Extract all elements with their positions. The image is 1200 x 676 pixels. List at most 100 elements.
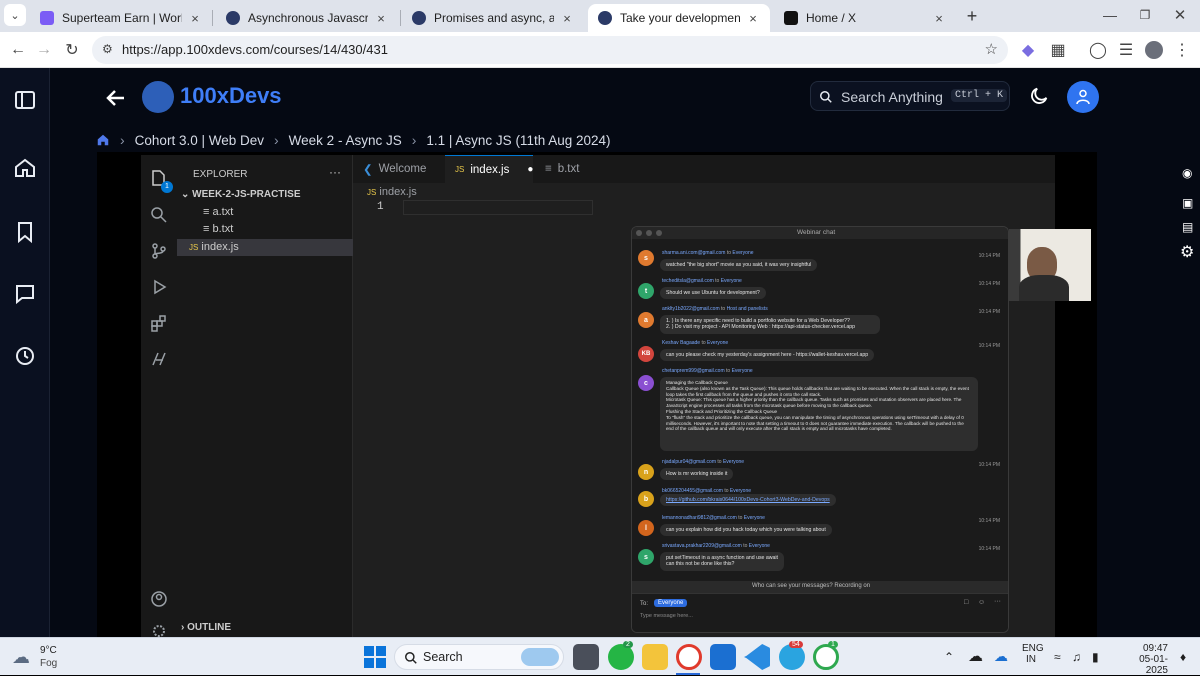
avatar: b: [638, 491, 654, 507]
editor-tab-welcome: ❮ Welcome: [363, 163, 427, 176]
message-text: Should we use Ubuntu for development?: [660, 287, 766, 300]
profile-avatar[interactable]: [1142, 38, 1166, 62]
explorer-title: EXPLORER: [193, 169, 248, 180]
user-avatar[interactable]: [1067, 81, 1099, 113]
chrome-badge: 1: [828, 641, 838, 648]
wifi-icon[interactable]: ≈: [1054, 650, 1061, 664]
tab-promises[interactable]: Promises and async, await ×: [402, 4, 584, 32]
chevron-up-icon[interactable]: ⌃: [944, 650, 954, 664]
message-icon[interactable]: [13, 282, 37, 306]
tab-search-chevron-icon[interactable]: ⌄: [4, 4, 26, 26]
bookmark-star-icon[interactable]: ☆: [985, 40, 998, 58]
message-text: watched "the big short" movie as you sai…: [660, 259, 818, 272]
video-player[interactable]: 1 EXPLORER ··· ⌄ WEEK-2-JS-PRACTISE ≡ a.…: [97, 152, 1097, 637]
close-tab-icon[interactable]: ×: [746, 11, 760, 26]
avatar: a: [638, 312, 654, 328]
new-tab-plus-icon[interactable]: +: [960, 4, 984, 28]
bookmark-icon[interactable]: [13, 220, 37, 244]
language-indicator[interactable]: ENG IN: [1022, 643, 1044, 665]
sender: sharma.ani.com@gmail.com to Everyone: [662, 250, 754, 256]
tab-x-home[interactable]: Home / X ×: [774, 4, 956, 32]
breadcrumb-week[interactable]: Week 2 - Async JS: [289, 133, 402, 148]
file-explorer-icon[interactable]: [642, 644, 668, 670]
windows-start-icon[interactable]: [364, 646, 386, 668]
video-icon[interactable]: ▣: [1182, 196, 1193, 210]
whatsapp-badge: 2: [623, 641, 633, 648]
notification-bell-icon[interactable]: ♦: [1180, 650, 1186, 664]
settings-gear-icon[interactable]: ⚙: [1180, 242, 1194, 262]
window-close-icon[interactable]: ✕: [1168, 3, 1192, 27]
breadcrumb-lesson[interactable]: 1.1 | Async JS (11th Aug 2024): [426, 133, 610, 148]
sidebar-toggle-icon[interactable]: [13, 88, 37, 112]
app-root: 100xDevs Search Anything Ctrl + K › Coho…: [0, 68, 1200, 637]
chrome-icon[interactable]: [676, 644, 702, 670]
tab-async-js[interactable]: Asynchronous Javascript, Callba ×: [216, 4, 398, 32]
back-arrow-icon[interactable]: [104, 86, 128, 110]
telegram-icon[interactable]: 54: [779, 641, 805, 670]
extensions-puzzle-icon[interactable]: ▦: [1046, 38, 1070, 62]
telegram-badge: 54: [789, 641, 803, 648]
sender: srivastava.prakhar2209@gmail.com to Ever…: [662, 543, 770, 549]
whatsapp-icon[interactable]: 2: [608, 641, 634, 670]
outline-section: › OUTLINE: [181, 622, 231, 633]
chevron-right-icon: ›: [120, 132, 125, 148]
timestamp: 10:14 PM: [978, 546, 1000, 552]
url-text[interactable]: https://app.100xdevs.com/courses/14/430/…: [122, 42, 388, 57]
clock[interactable]: 09:47 05-01-2025: [1118, 643, 1168, 676]
timestamp: 10:14 PM: [978, 253, 1000, 259]
browser-menu-icon[interactable]: ⋮: [1170, 38, 1194, 62]
window-icon[interactable]: ▤: [1182, 220, 1193, 234]
avatar: l: [638, 520, 654, 536]
onedrive-cloud-icon[interactable]: ☁: [968, 647, 983, 665]
close-tab-icon[interactable]: ×: [560, 11, 574, 26]
back-arrow-icon[interactable]: ←: [6, 38, 30, 62]
avatar: n: [638, 464, 654, 480]
avatar: c: [638, 375, 654, 391]
task-view-icon[interactable]: [573, 644, 599, 670]
reload-icon[interactable]: ↻: [60, 38, 84, 62]
minimize-icon[interactable]: —: [1098, 3, 1122, 27]
search-box[interactable]: Search Anything Ctrl + K: [810, 81, 1010, 111]
outlook-icon[interactable]: [710, 644, 736, 670]
close-tab-icon[interactable]: ×: [932, 11, 946, 26]
100xdevs-favicon-icon: [226, 11, 240, 25]
performance-icon[interactable]: ◯: [1086, 38, 1110, 62]
breadcrumb: › Cohort 3.0 | Web Dev › Week 2 - Async …: [96, 130, 611, 150]
message-text: can you please check my yesterday's assi…: [660, 349, 875, 362]
brand-name[interactable]: 100xDevs: [180, 83, 282, 109]
tab-superteam[interactable]: Superteam Earn | Work to Earn ×: [30, 4, 212, 32]
history-icon[interactable]: [13, 344, 37, 368]
close-tab-icon[interactable]: ×: [188, 11, 202, 26]
forward-arrow-icon[interactable]: →: [32, 38, 56, 62]
home-icon[interactable]: [96, 133, 110, 147]
battery-icon[interactable]: ▮: [1092, 650, 1099, 664]
avatar: s: [638, 250, 654, 266]
home-icon[interactable]: [13, 156, 37, 180]
close-tab-icon[interactable]: ×: [374, 11, 388, 26]
vscode-window: 1 EXPLORER ··· ⌄ WEEK-2-JS-PRACTISE ≡ a.…: [141, 155, 1091, 637]
chat-title: Webinar chat: [797, 229, 836, 236]
chrome-profile-icon[interactable]: 1: [813, 641, 839, 670]
chat-input-placeholder: Type message here...: [640, 613, 693, 619]
taskbar-search-box[interactable]: Search: [394, 644, 564, 670]
chevron-right-icon: ›: [411, 132, 417, 148]
file-icon: □: [964, 599, 969, 606]
sender: chetanprem999@gmail.com to Everyone: [662, 368, 753, 374]
media-control-icon[interactable]: ☰: [1114, 38, 1138, 62]
extension-icon[interactable]: ◆: [1016, 38, 1040, 62]
sender: Keshav Bagaade to Everyone: [662, 340, 729, 346]
breadcrumb-cohort[interactable]: Cohort 3.0 | Web Dev: [135, 133, 264, 148]
tab-active-course[interactable]: Take your development skills fr ×: [588, 4, 770, 32]
vscode-activity-bar: 1: [141, 155, 177, 637]
theme-moon-icon[interactable]: [1028, 85, 1050, 107]
vscode-icon[interactable]: [744, 644, 770, 670]
restore-icon[interactable]: ❐: [1133, 3, 1157, 27]
volume-icon[interactable]: ♫: [1072, 650, 1081, 664]
app-tray-icon[interactable]: ☁: [994, 648, 1008, 665]
sender: anklty1b2022@gmail.com to Host and panel…: [662, 306, 768, 312]
site-info-icon[interactable]: ⚙: [102, 42, 113, 56]
sender: techeditsla@gmail.com to Everyone: [662, 278, 742, 284]
camera-icon[interactable]: ◉: [1182, 166, 1192, 180]
address-bar[interactable]: ⚙ https://app.100xdevs.com/courses/14/43…: [92, 36, 1008, 64]
browser-toolbar: ← → ↻ ⚙ https://app.100xdevs.com/courses…: [0, 32, 1200, 68]
